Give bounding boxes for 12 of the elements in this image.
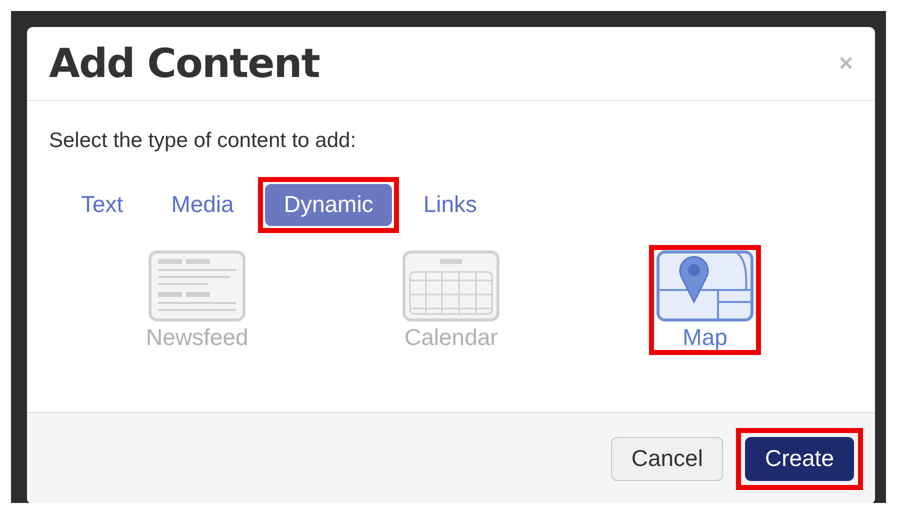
- cancel-button[interactable]: Cancel: [611, 436, 723, 480]
- content-type-tab[interactable]: Dynamic: [264, 184, 392, 226]
- prompt-text: Select the type of content to add:: [49, 128, 358, 154]
- create-button[interactable]: Create: [744, 436, 854, 480]
- content-type-tab[interactable]: Text: [64, 184, 140, 226]
- content-type-tab[interactable]: Media: [154, 184, 251, 226]
- newsfeed-icon: [148, 250, 246, 322]
- content-type-tab[interactable]: Links: [406, 184, 494, 226]
- content-item[interactable]: Map: [656, 250, 754, 350]
- map-pin-icon: [656, 250, 754, 322]
- dialog-title: Add Content: [49, 40, 320, 88]
- calendar-icon: [402, 250, 500, 322]
